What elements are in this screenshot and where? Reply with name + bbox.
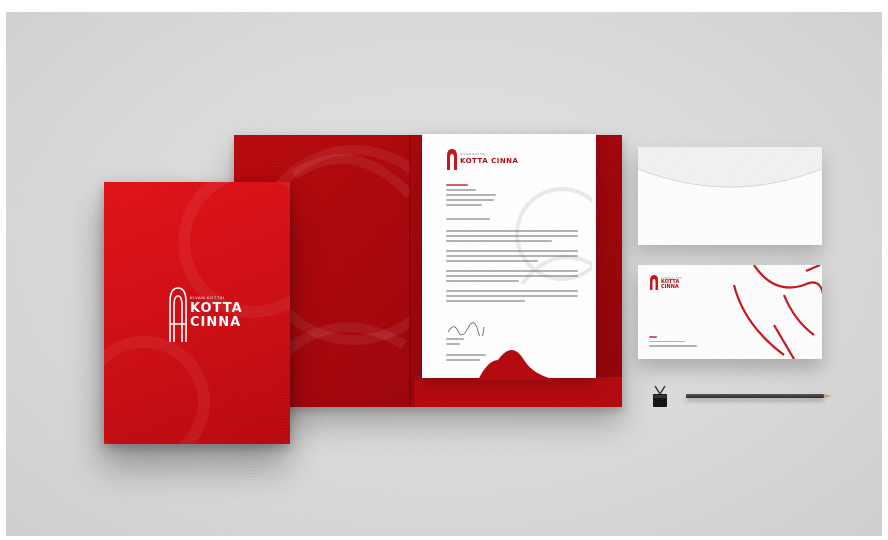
envelope-address-block: [649, 336, 701, 350]
envelope-line-art: [732, 265, 822, 359]
envelope-brand-line2: CINNA: [661, 284, 679, 290]
letter-body-paragraph: [446, 290, 578, 305]
envelope-flap: [638, 147, 822, 188]
temple-logo-icon: [650, 275, 658, 290]
folder-spine: [409, 135, 411, 407]
handwritten-signature: [447, 322, 485, 336]
binder-clip-icon: [653, 385, 667, 407]
letter-recipient-block: [446, 184, 578, 209]
folder-cover: KIVAM KOTTAI KOTTA CINNA: [104, 182, 290, 444]
folder-pocket-tab: [478, 350, 558, 380]
letterhead-sheet: KIVAM KOTTAI KOTTA CINNA: [422, 134, 596, 380]
envelope-brand-name: KOTTA CINNA: [661, 280, 679, 290]
letter-body-paragraph: [446, 270, 578, 285]
envelope-back: [638, 147, 822, 245]
letterhead-brand-name: KOTTA CINNA: [460, 157, 519, 165]
letter-body-paragraph: [446, 250, 578, 265]
pencil-icon: [686, 394, 832, 398]
cover-brand-name-line2: CINNA: [190, 315, 242, 330]
cover-brand-name-line1: KOTTA: [190, 301, 243, 316]
cover-tagline: KIVAM KOTTAI: [190, 295, 225, 300]
envelope-front: KIVAM KOTTAI KOTTA CINNA: [638, 265, 822, 359]
stationery-mockup-scene: KIVAM KOTTAI KOTTA CINNA KIVAM KOTTAI KO…: [6, 12, 882, 536]
letterhead-tagline: KIVAM KOTTAI: [460, 152, 486, 156]
letter-salutation: [446, 218, 578, 223]
letter-body-paragraph: [446, 230, 578, 245]
temple-logo-icon: [447, 149, 457, 170]
